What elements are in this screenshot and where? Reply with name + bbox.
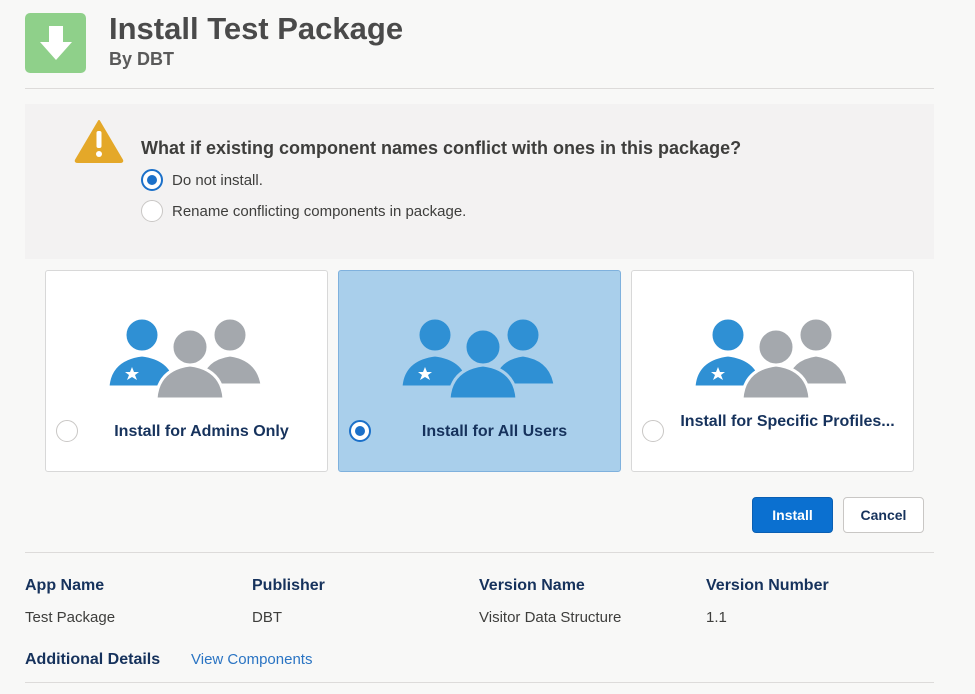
page-title: Install Test Package [109,11,404,46]
conflict-option-rename[interactable]: Rename conflicting components in package… [141,200,466,222]
install-option-all-users[interactable]: Install for All Users [338,270,621,472]
conflict-option-do-not-install[interactable]: Do not install. [141,169,263,191]
radio-rename[interactable] [141,200,163,222]
install-option-label: Install for Admins Only [114,423,289,440]
radio-do-not-install[interactable] [141,169,163,191]
cancel-button[interactable]: Cancel [843,497,924,533]
radio-specific-profiles[interactable] [642,420,664,442]
warning-icon [74,119,124,168]
install-package-page: Install Test Package By DBT What if exis… [0,0,975,694]
version-name-header: Version Name [479,577,585,594]
conflict-question: What if existing component names conflic… [141,138,742,158]
app-name-header: App Name [25,577,105,594]
divider [25,88,934,89]
download-arrow-icon [25,13,86,73]
publisher-header: Publisher [252,577,325,594]
radio-all-users[interactable] [349,420,371,442]
all-users-icon [399,315,559,406]
radio-admins-only[interactable] [56,420,78,442]
conflict-panel: What if existing component names conflic… [25,104,934,259]
version-number-value: 1.1 [706,609,727,626]
install-option-label: Install for Specific Profiles... [680,413,895,430]
divider [25,682,934,683]
publisher-value: DBT [252,609,282,626]
app-name-value: Test Package [25,609,116,626]
install-option-admins-only[interactable]: Install for Admins Only [45,270,328,472]
install-option-specific-profiles[interactable]: Install for Specific Profiles... [631,270,914,472]
option-label: Do not install. [172,171,263,189]
view-components-link[interactable]: View Components [191,651,312,668]
admin-users-icon [106,315,266,406]
version-name-value: Visitor Data Structure [479,609,622,626]
version-number-header: Version Number [706,577,829,594]
publisher-subtitle: By DBT [109,49,175,69]
divider [25,552,934,553]
profile-users-icon [692,315,852,406]
additional-details-label: Additional Details [25,651,161,668]
install-option-label: Install for All Users [421,423,568,440]
install-button[interactable]: Install [752,497,833,533]
option-label: Rename conflicting components in package… [172,202,467,220]
